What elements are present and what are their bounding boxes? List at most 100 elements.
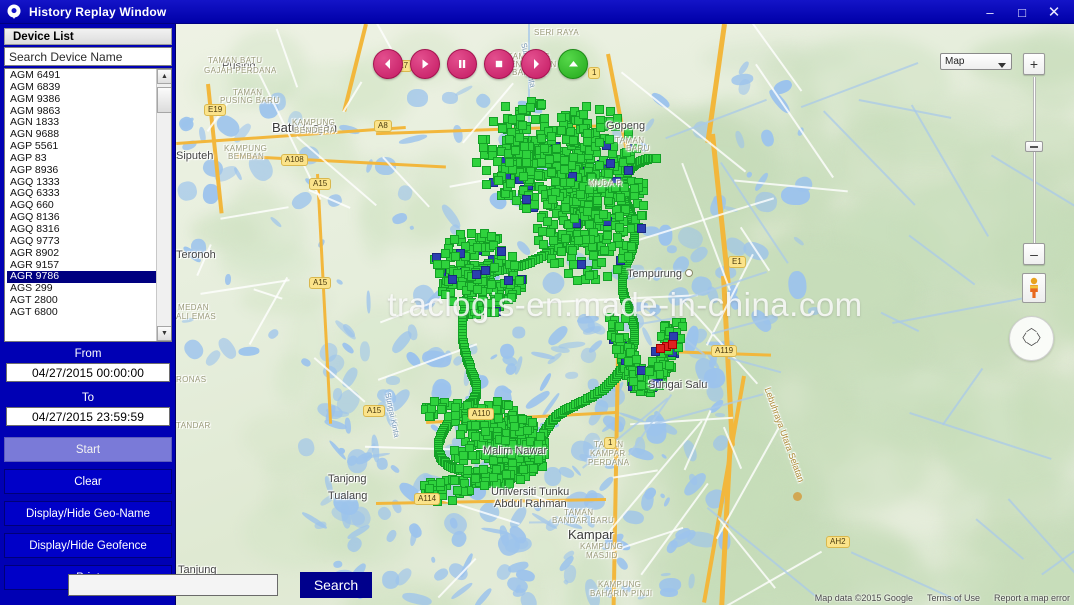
map-place-label: Tualang	[328, 490, 368, 502]
map-area-label: RONAS	[176, 375, 207, 384]
search-button[interactable]: Search	[300, 572, 372, 598]
map-area-label: PUSING BARU	[220, 96, 280, 105]
device-list-item[interactable]: AGP 83	[7, 152, 156, 165]
from-datetime-input[interactable]: 04/27/2015 00:00:00	[6, 363, 170, 382]
play-icon	[422, 59, 429, 69]
map-area-label: TANDAR	[176, 421, 211, 430]
device-list-header: Device List	[4, 28, 172, 45]
report-map-error-link[interactable]: Report a map error	[994, 593, 1070, 603]
map-search-input[interactable]	[68, 574, 278, 596]
to-datetime-input[interactable]: 04/27/2015 23:59:59	[6, 407, 170, 426]
terms-of-use-link[interactable]: Terms of Use	[927, 593, 980, 603]
pan-left-icon[interactable]: 〈	[1016, 333, 1027, 344]
road-shield: AH2	[826, 536, 850, 548]
close-button[interactable]: ✕	[1038, 1, 1070, 23]
map-area-label: BEMBAN	[228, 152, 265, 161]
map-area-label: KAMPUNG	[598, 580, 642, 589]
toggle-geoname-button[interactable]: Display/Hide Geo-Name	[4, 501, 172, 526]
map-place-label: Abdul Rahman	[494, 498, 567, 510]
road-shield: E19	[204, 104, 227, 116]
minimize-button[interactable]: –	[974, 1, 1006, 23]
device-list-item[interactable]: AGQ 9773	[7, 235, 156, 248]
toggle-geofence-button[interactable]: Display/Hide Geofence	[4, 533, 172, 558]
play-button[interactable]	[410, 49, 440, 79]
street-view-pegman-icon[interactable]	[1022, 273, 1046, 303]
window-title-bar: History Replay Window – □ ✕	[0, 0, 1074, 24]
road-shield: A15	[309, 178, 332, 190]
device-list[interactable]: AGM 6491 AGM 6839 AGM 9386 AGM 9863 AGN 1833…	[4, 68, 172, 342]
map-area-label: GAJAH PERDANA	[204, 66, 277, 75]
to-label: To	[81, 392, 95, 404]
map-area-label: KAMPUNG	[580, 542, 624, 551]
pause-icon	[459, 60, 466, 68]
map-river-label: Sungai Kinta	[383, 392, 402, 439]
pause-button[interactable]	[447, 49, 477, 79]
window-controls: – □ ✕	[974, 0, 1070, 24]
map-area-label: ALI EMAS	[176, 312, 217, 321]
map-attribution: Map data ©2015 Google Terms of Use Repor…	[815, 593, 1070, 603]
map-area-label: TAMAN BATU	[208, 56, 263, 65]
device-list-item[interactable]: AGM 9386	[7, 93, 156, 106]
from-field-group: From 04/27/2015 00:00:00	[4, 346, 172, 382]
pan-right-icon[interactable]: 〉	[1036, 333, 1047, 344]
stop-button[interactable]	[484, 49, 514, 79]
map-area-label: MUDA R	[589, 179, 623, 188]
map-canvas[interactable]: Pusing Batu Gajah Siputeh Teronoh Gopeng Tanj…	[176, 24, 1074, 605]
map-area-label: BAHARIN PINJI	[590, 589, 653, 598]
map-place-label: Universiti Tunku	[491, 486, 570, 498]
previous-button[interactable]	[373, 49, 403, 79]
map-place-label: Sungai Salu	[648, 379, 708, 391]
road-shield: A119	[711, 345, 738, 357]
collapse-button[interactable]	[558, 49, 588, 79]
device-list-item[interactable]: AGP 8936	[7, 164, 156, 177]
zoom-control[interactable]: + –	[1022, 53, 1046, 303]
road-shield: A108	[281, 154, 308, 166]
maximize-button[interactable]: □	[1006, 1, 1038, 23]
map-data-credit: Map data ©2015 Google	[814, 593, 913, 603]
map-area-label: BANDAR BARU	[552, 516, 615, 525]
scroll-down-icon[interactable]: ▼	[157, 326, 171, 341]
map-area-label: MEDAN	[178, 303, 209, 312]
map-type-select[interactable]: Map	[940, 53, 1012, 70]
clear-button[interactable]: Clear	[4, 469, 172, 494]
road-shield: A15	[363, 405, 386, 417]
device-list-item[interactable]: AGR 8902	[7, 247, 156, 260]
highway-name-label: Lebuhraya Utara Selatan	[762, 386, 807, 484]
playback-controls	[373, 49, 588, 79]
poi-marker	[685, 269, 693, 277]
location-pin-icon	[5, 3, 23, 21]
pan-down-icon[interactable]: ﹀	[1026, 343, 1037, 354]
pan-control[interactable]: ︿ ﹀ 〈 〉	[1009, 316, 1054, 361]
road-shield: 1	[588, 67, 601, 79]
device-list-item[interactable]: AGT 6800	[7, 306, 156, 319]
chevron-down-icon	[998, 60, 1006, 71]
road-shield: A110	[468, 408, 495, 420]
zoom-in-button[interactable]: +	[1023, 53, 1045, 75]
device-list-item[interactable]: AGM 6839	[7, 81, 156, 94]
road-shield: 1	[604, 437, 617, 449]
zoom-slider-track[interactable]	[1033, 77, 1036, 243]
scroll-up-icon[interactable]: ▲	[157, 69, 171, 84]
map-place-label: Siputeh	[176, 150, 214, 162]
prev-icon	[385, 59, 390, 69]
start-button[interactable]: Start	[4, 437, 172, 462]
map-area-label: PERDANA	[588, 458, 630, 467]
map-area-label: SERI RAYA	[534, 28, 580, 37]
device-list-scrollbar[interactable]: ▲ ▼	[156, 69, 171, 341]
zoom-slider-thumb[interactable]	[1025, 141, 1043, 152]
next-button[interactable]	[521, 49, 551, 79]
zoom-out-button[interactable]: –	[1023, 243, 1045, 265]
road-shield: A114	[414, 493, 441, 505]
left-panel: Device List Search Device Name AGM 6491 A…	[0, 24, 176, 605]
map-place-label: Tanjong	[328, 473, 367, 485]
stop-icon	[495, 60, 503, 68]
map-place-label: Kampar	[568, 527, 614, 542]
map-area-label: BENDERA	[294, 126, 336, 135]
map-search-bar: Search	[68, 572, 372, 598]
road-shield: A8	[374, 120, 392, 132]
up-arrow-icon	[568, 60, 578, 66]
scrollbar-thumb[interactable]	[157, 87, 171, 113]
device-list-items[interactable]: AGM 6491 AGM 6839 AGM 9386 AGM 9863 AGN 1833…	[5, 69, 156, 341]
search-device-input[interactable]: Search Device Name	[4, 47, 172, 66]
window-title: History Replay Window	[29, 4, 167, 19]
